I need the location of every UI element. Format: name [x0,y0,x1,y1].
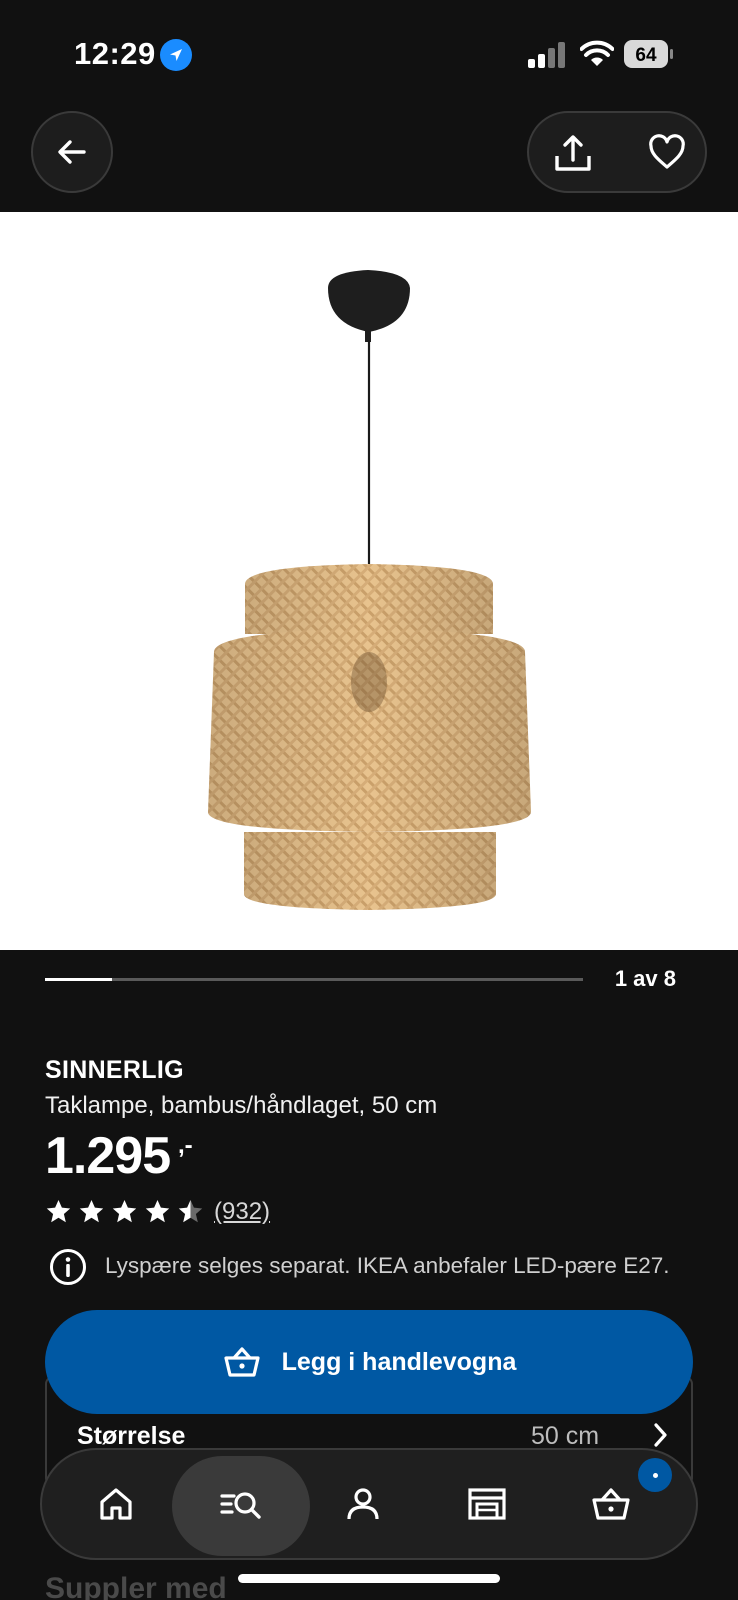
star-icon [112,1200,137,1223]
home-indicator[interactable] [238,1574,500,1583]
back-button[interactable] [31,111,113,193]
product-name: SINNERLIG [45,1056,184,1084]
status-bar: 12:29 64 [0,0,738,110]
star-icon [79,1200,104,1223]
size-label: Størrelse [77,1422,186,1450]
product-price: 1.295 [45,1127,171,1185]
tab-profile[interactable] [331,1472,395,1536]
status-time: 12:29 [74,36,156,71]
share-favorite-group [527,111,707,193]
review-count-link[interactable]: (932) [214,1198,270,1226]
carousel-progress [45,978,583,981]
location-icon [160,39,192,71]
store-icon [468,1488,506,1520]
share-icon[interactable] [551,132,595,176]
heart-icon[interactable] [647,133,687,173]
chevron-right-icon [654,1423,667,1447]
cellular-signal-icon [528,42,565,68]
wifi-icon [580,40,614,66]
product-image[interactable] [0,212,738,950]
tab-store[interactable] [455,1472,519,1536]
add-to-cart-button[interactable]: Legg i handlevogna [45,1310,693,1414]
battery-level: 64 [635,45,657,66]
section-heading-supplement: Suppler med [45,1572,227,1600]
carousel-counter: 1 av 8 [614,966,676,991]
info-text: Lyspære selges separat. IKEA anbefaler L… [105,1253,670,1278]
star-icon [145,1200,170,1223]
battery-icon: 64 [624,40,674,68]
basket-icon [224,1347,260,1377]
tab-home[interactable] [84,1472,148,1536]
person-icon [347,1488,379,1520]
info-icon [50,1249,86,1285]
tab-cart[interactable] [579,1472,643,1536]
star-icon [178,1200,203,1223]
lamp-image [208,270,531,910]
size-value: 50 cm [531,1422,600,1450]
search-list-icon [220,1492,261,1519]
carousel-progress-fill [45,978,113,981]
bottom-tab-bar [40,1448,698,1560]
add-to-cart-label: Legg i handlevogna [281,1347,517,1376]
tab-search[interactable] [172,1456,310,1556]
price-suffix: ,- [178,1132,193,1159]
rating-stars[interactable] [45,1198,204,1225]
arrow-left-icon [58,140,86,164]
product-description: Taklampe, bambus/håndlaget, 50 cm [45,1092,438,1119]
basket-icon [592,1488,630,1520]
home-icon [100,1488,132,1520]
star-icon [46,1200,71,1223]
cart-badge [638,1458,672,1492]
